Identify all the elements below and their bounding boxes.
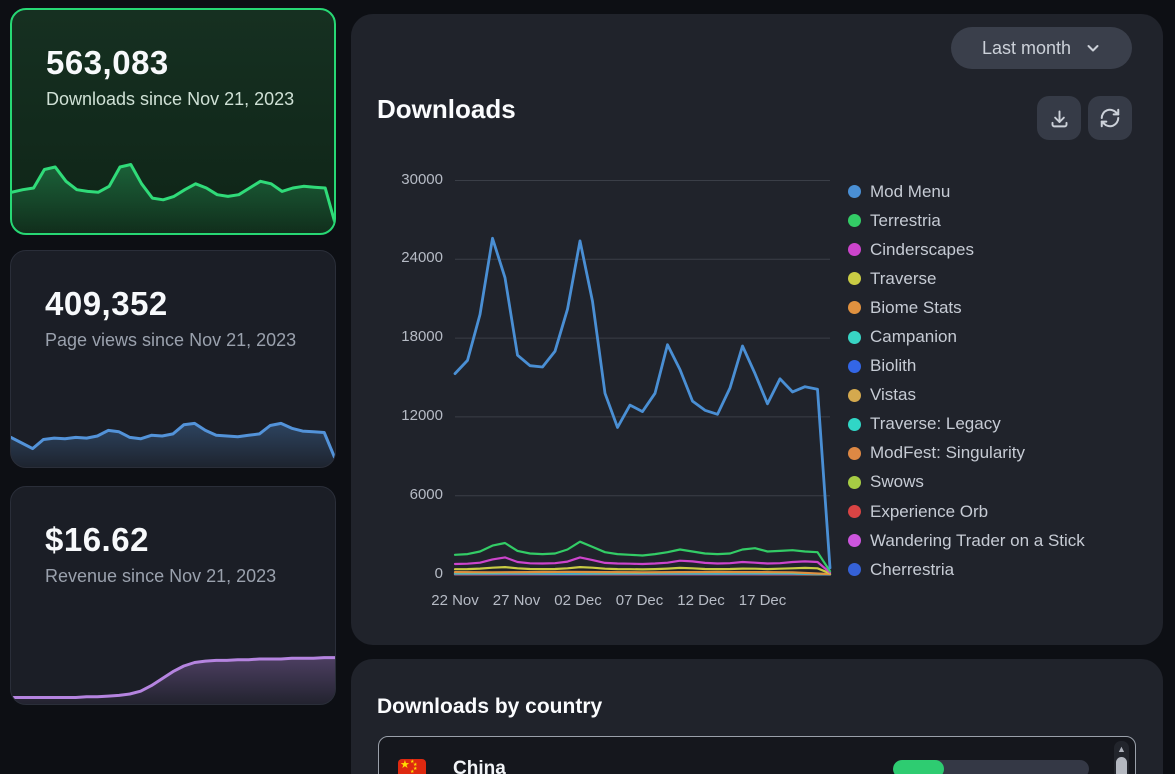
downloads-total: 563,083 (46, 44, 300, 82)
series-color-dot (848, 243, 861, 256)
refresh-button[interactable] (1088, 96, 1132, 140)
x-tick-label: 07 Dec (605, 592, 675, 609)
revenue-total-label: Revenue since Nov 21, 2023 (45, 565, 301, 588)
x-tick-label: 22 Nov (420, 592, 490, 609)
x-tick-label: 12 Dec (666, 592, 736, 609)
legend-item[interactable]: Swows (848, 468, 1085, 497)
date-range-dropdown[interactable]: Last month (951, 27, 1132, 69)
countries-panel-title: Downloads by country (377, 695, 602, 719)
series-name: ModFest: Singularity (870, 443, 1025, 463)
series-name: Vistas (870, 385, 916, 405)
download-icon (1049, 108, 1070, 129)
y-tick-label: 24000 (381, 249, 443, 266)
series-color-dot (848, 360, 861, 373)
refresh-icon (1099, 107, 1121, 129)
downloads-total-label: Downloads since Nov 21, 2023 (46, 88, 300, 111)
country-list-scrollbar: ▲ (1114, 741, 1129, 774)
page-views-sparkline (11, 389, 335, 467)
legend-item[interactable]: ModFest: Singularity (848, 439, 1085, 468)
x-tick-label: 02 Dec (543, 592, 613, 609)
scrollbar-thumb[interactable] (1116, 757, 1127, 774)
legend-item[interactable]: Mod Menu (848, 177, 1085, 206)
legend-item[interactable]: Campanion (848, 322, 1085, 351)
y-tick-label: 6000 (381, 486, 443, 503)
page-views-total-label: Page views since Nov 21, 2023 (45, 329, 301, 352)
series-name: Cherrestria (870, 560, 954, 580)
series-color-dot (848, 331, 861, 344)
legend-item[interactable]: Traverse: Legacy (848, 410, 1085, 439)
series-color-dot (848, 563, 861, 576)
legend-item[interactable]: Vistas (848, 381, 1085, 410)
legend-item[interactable]: Cinderscapes (848, 235, 1085, 264)
series-name: Experience Orb (870, 502, 988, 522)
legend-item[interactable]: Terrestria (848, 206, 1085, 235)
series-name: Cinderscapes (870, 240, 974, 260)
scroll-up-arrow-icon[interactable]: ▲ (1114, 743, 1129, 755)
x-tick-label: 17 Dec (728, 592, 798, 609)
series-name: Biome Stats (870, 298, 962, 318)
series-name: Traverse (870, 269, 936, 289)
series-color-dot (848, 272, 861, 285)
stat-card-page-views[interactable]: 409,352 Page views since Nov 21, 2023 (10, 250, 336, 468)
y-tick-label: 18000 (381, 328, 443, 345)
chart-legend: Mod Menu Terrestria Cinderscapes Traverse Bi… (848, 177, 1085, 584)
stats-sidebar: 563,083 Downloads since Nov 21, 2023 409… (10, 8, 336, 705)
series-color-dot (848, 418, 861, 431)
downloads-panel-title: Downloads (377, 94, 516, 125)
revenue-sparkline (11, 626, 335, 704)
downloads-sparkline (12, 141, 336, 233)
stat-card-revenue[interactable]: $16.62 Revenue since Nov 21, 2023 (10, 486, 336, 705)
series-name: Swows (870, 472, 924, 492)
x-tick-label: 27 Nov (482, 592, 552, 609)
legend-item[interactable]: Biolith (848, 352, 1085, 381)
cn-flag-icon: ★★★★★ (398, 759, 426, 774)
main-content: Last month Downloads 0 6000 12000 18000 2400… (351, 14, 1163, 774)
legend-item[interactable]: Biome Stats (848, 293, 1085, 322)
country-list: ★★★★★ China ▲ (378, 736, 1136, 774)
countries-panel: Downloads by country ★★★★★ China ▲ (351, 659, 1163, 774)
series-name: Biolith (870, 356, 916, 376)
country-downloads-bar-fill (893, 760, 944, 774)
country-name: China (453, 758, 506, 774)
series-color-dot (848, 301, 861, 314)
country-downloads-bar (893, 760, 1089, 774)
y-tick-label: 30000 (381, 171, 443, 188)
chevron-down-icon (1085, 40, 1101, 56)
legend-item[interactable]: Traverse (848, 264, 1085, 293)
series-color-dot (848, 476, 861, 489)
series-name: Traverse: Legacy (870, 414, 1001, 434)
legend-item[interactable]: Wandering Trader on a Stick (848, 526, 1085, 555)
y-tick-label: 12000 (381, 407, 443, 424)
series-color-dot (848, 185, 861, 198)
export-download-button[interactable] (1037, 96, 1081, 140)
page-views-total: 409,352 (45, 285, 301, 323)
series-color-dot (848, 447, 861, 460)
country-row: ★★★★★ China (379, 737, 1135, 774)
series-name: Terrestria (870, 211, 941, 231)
series-color-dot (848, 534, 861, 547)
revenue-total: $16.62 (45, 521, 301, 559)
series-color-dot (848, 505, 861, 518)
legend-item[interactable]: Experience Orb (848, 497, 1085, 526)
date-range-label: Last month (982, 38, 1071, 59)
series-name: Campanion (870, 327, 957, 347)
series-name: Mod Menu (870, 182, 950, 202)
series-color-dot (848, 214, 861, 227)
downloads-panel: Last month Downloads 0 6000 12000 18000 2400… (351, 14, 1163, 645)
legend-item[interactable]: Cherrestria (848, 555, 1085, 584)
downloads-line-chart (455, 180, 831, 576)
stat-card-downloads[interactable]: 563,083 Downloads since Nov 21, 2023 (10, 8, 336, 235)
y-tick-label: 0 (381, 565, 443, 582)
series-name: Wandering Trader on a Stick (870, 531, 1085, 551)
series-color-dot (848, 389, 861, 402)
